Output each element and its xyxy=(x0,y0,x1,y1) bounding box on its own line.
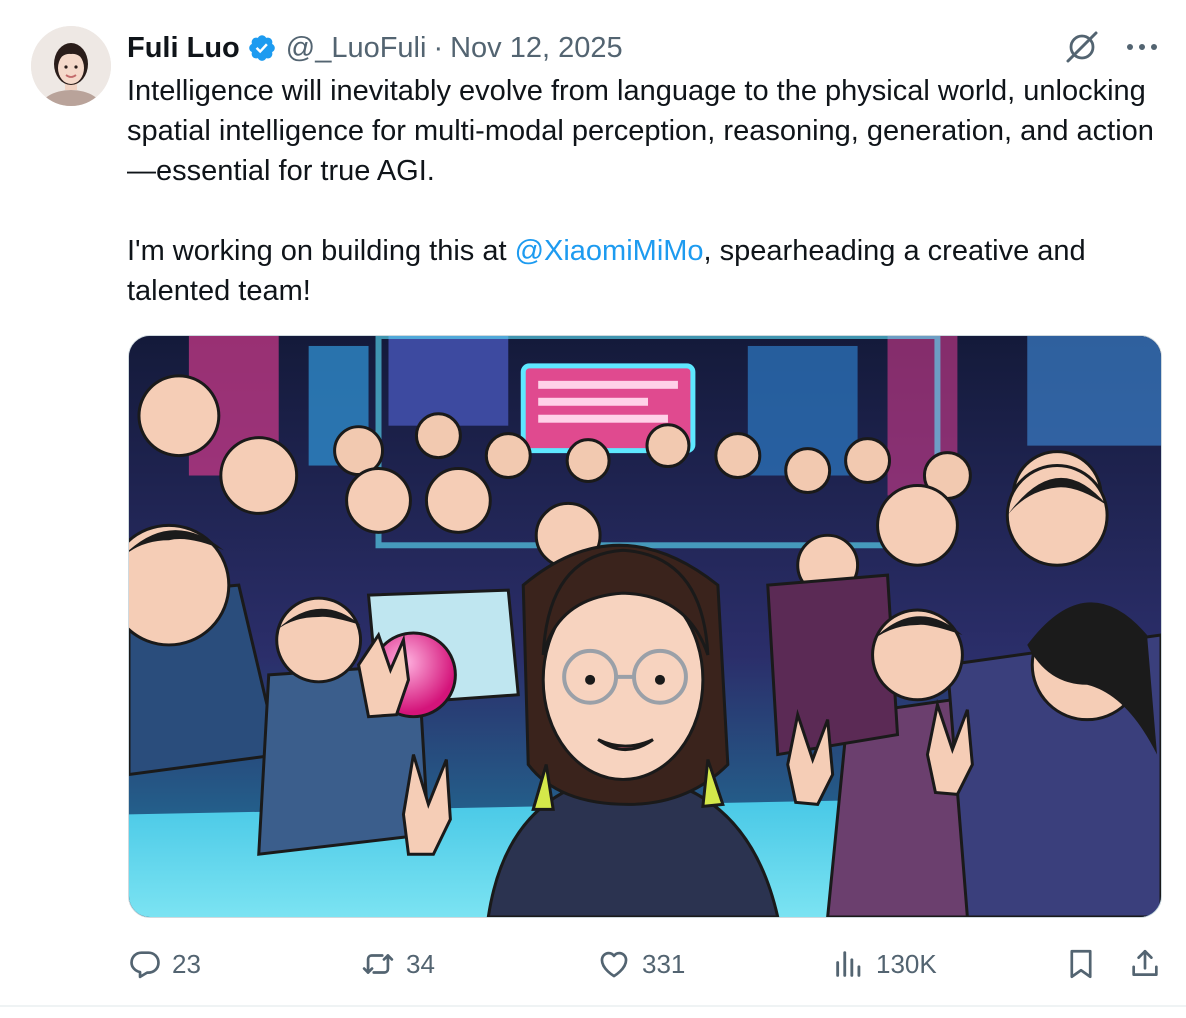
bookmark-button[interactable] xyxy=(1064,938,1098,990)
display-name[interactable]: Fuli Luo xyxy=(127,28,240,68)
tweet-card: Fuli Luo @_LuoFuli · Nov 12, 2025 Intell… xyxy=(0,0,1186,1018)
views-button[interactable]: 130K xyxy=(832,938,937,990)
repost-button[interactable]: 34 xyxy=(360,938,435,990)
user-handle[interactable]: @_LuoFuli xyxy=(286,28,427,68)
like-button[interactable]: 331 xyxy=(596,938,685,990)
avatar[interactable] xyxy=(31,26,111,106)
share-button[interactable] xyxy=(1128,938,1162,990)
tweet-paragraph-1: Intelligence will inevitably evolve from… xyxy=(127,75,1154,187)
tweet-divider xyxy=(0,1005,1186,1007)
views-count: 130K xyxy=(876,948,937,979)
tweet-media[interactable] xyxy=(128,335,1162,918)
tweet-paragraph-2: I'm working on building this at @XiaomiM… xyxy=(127,231,1167,311)
reply-icon xyxy=(130,951,160,979)
bookmark-icon xyxy=(1070,949,1092,979)
tweet-text: Intelligence will inevitably evolve from… xyxy=(127,71,1167,311)
repost-count: 34 xyxy=(406,948,435,979)
reply-button[interactable]: 23 xyxy=(128,938,201,990)
grok-icon xyxy=(1066,31,1098,63)
tweet-header: Fuli Luo @_LuoFuli · Nov 12, 2025 xyxy=(127,28,623,68)
repost-icon xyxy=(362,954,394,974)
like-count: 331 xyxy=(642,948,686,979)
mention-link[interactable]: @XiaomiMiMo xyxy=(515,235,704,267)
action-bar: 23 34 331 130K xyxy=(120,938,1166,990)
paragraph-2-start: I'm working on building this at xyxy=(127,235,515,267)
reply-count: 23 xyxy=(172,948,201,979)
post-date[interactable]: Nov 12, 2025 xyxy=(450,28,623,68)
more-button[interactable] xyxy=(1122,27,1162,67)
grok-button[interactable] xyxy=(1062,27,1102,67)
more-icon xyxy=(1127,44,1157,50)
header-actions xyxy=(1062,24,1162,70)
share-icon xyxy=(1132,949,1158,976)
separator-dot: · xyxy=(433,32,444,64)
views-icon xyxy=(836,951,861,977)
heart-icon xyxy=(600,951,628,978)
avatar-image xyxy=(31,26,111,106)
verified-badge-icon xyxy=(248,35,275,61)
media-illustration xyxy=(129,336,1161,917)
